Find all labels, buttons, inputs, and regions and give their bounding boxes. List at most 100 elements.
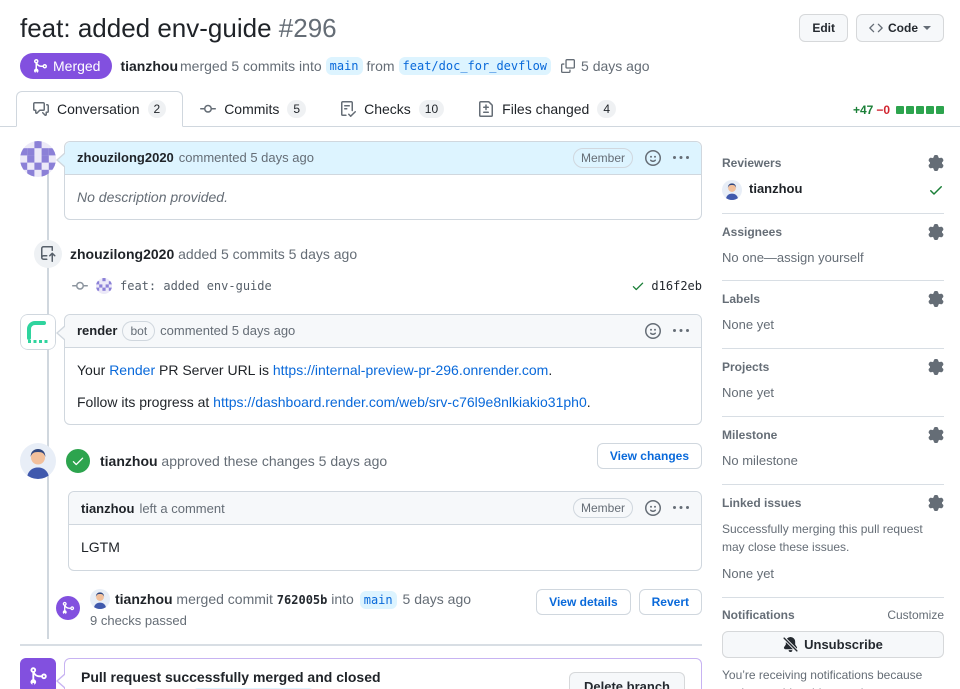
avatar-render-bot[interactable] — [20, 313, 56, 350]
approved-check-icon — [928, 182, 944, 198]
kebab-menu-icon[interactable] — [673, 150, 689, 166]
approver-link[interactable]: tianzhou — [100, 453, 158, 469]
main-content: zhouzilong2020 commented 5 days ago Memb… — [0, 140, 960, 689]
comment-body: Your Render PR Server URL is https://int… — [65, 348, 701, 425]
sidebar: Reviewers tianzhou Assignees No one—assi… — [722, 141, 944, 689]
commit-message-link[interactable]: feat: added env-guide — [120, 279, 272, 293]
tab-count: 10 — [418, 99, 445, 118]
merged-notice-row: Pull request successfully merged and clo… — [20, 657, 702, 689]
status-badge-merged: Merged — [20, 52, 113, 79]
section-title: Reviewers — [722, 155, 782, 170]
comment-box: render bot commented 5 days ago Your Ren… — [56, 313, 702, 426]
reaction-smiley-icon[interactable] — [645, 500, 661, 517]
check-icon[interactable] — [631, 279, 645, 293]
bot-line1: Your Render PR Server URL is https://int… — [77, 360, 689, 380]
comment-author[interactable]: render — [77, 323, 117, 338]
text: into — [327, 590, 358, 607]
preview-url-link[interactable]: https://internal-preview-pr-296.onrender… — [273, 362, 548, 378]
copy-icon[interactable] — [561, 58, 576, 73]
edit-button[interactable]: Edit — [799, 14, 848, 42]
comment-meta: left a comment — [139, 500, 225, 516]
gear-icon[interactable] — [928, 291, 944, 308]
gear-icon[interactable] — [928, 494, 944, 511]
kebab-menu-icon[interactable] — [673, 500, 689, 516]
author-link[interactable]: tianzhou — [120, 58, 178, 74]
commits-event-meta: added 5 commits 5 days ago — [174, 245, 358, 262]
merged-sha-link[interactable]: 762005b — [277, 593, 328, 607]
timeline-bot-comment: render bot commented 5 days ago Your Ren… — [20, 313, 702, 426]
git-merge-icon — [56, 596, 80, 621]
sidebar-section-labels: Labels None yet — [722, 281, 944, 350]
tab-label: Conversation — [57, 100, 140, 117]
commit-avatar[interactable] — [96, 277, 112, 294]
notifications-description: You’re receiving notifications because y… — [722, 667, 923, 689]
comment-author[interactable]: zhouzilong2020 — [77, 150, 174, 165]
pull-request-page: Edit Code feat: added env-guide #296 Mer… — [0, 0, 960, 689]
merge-event-text: tianzhou merged commit 762005b into main… — [115, 590, 471, 609]
comment-meta: commented 5 days ago — [178, 150, 314, 165]
view-details-button[interactable]: View details — [536, 588, 631, 615]
customize-link[interactable]: Customize — [887, 608, 944, 622]
comment-header: tianzhou left a comment Member — [69, 492, 701, 526]
comment-body: No description provided. — [65, 175, 701, 219]
target-branch-chip[interactable]: main — [359, 590, 397, 609]
diffstat-blocks — [896, 105, 944, 114]
merged-notice-box: Pull request successfully merged and clo… — [56, 657, 702, 689]
merge-summary-action: merged 5 commits into — [180, 57, 322, 74]
git-merge-icon — [20, 657, 56, 689]
tab-checks[interactable]: Checks 10 — [323, 91, 461, 127]
dashboard-url-link[interactable]: https://dashboard.render.com/web/srv-c76… — [213, 394, 587, 410]
header-actions: Edit Code — [799, 14, 944, 42]
comment-header: render bot commented 5 days ago — [65, 314, 701, 348]
gear-icon[interactable] — [928, 427, 944, 444]
head-branch-chip[interactable]: feat/doc_for_devflow — [398, 56, 552, 75]
unsubscribe-button[interactable]: Unsubscribe — [722, 630, 944, 658]
commit-author-link[interactable]: zhouzilong2020 — [70, 246, 174, 262]
avatar-tianzhou-small[interactable] — [90, 588, 110, 609]
tab-files-changed[interactable]: Files changed 4 — [461, 91, 633, 127]
gear-icon[interactable] — [928, 223, 944, 240]
delete-branch-button[interactable]: Delete branch — [569, 671, 685, 689]
code-button[interactable]: Code — [856, 14, 944, 42]
comment-author[interactable]: tianzhou — [81, 501, 134, 516]
section-title: Linked issues — [722, 495, 802, 510]
tab-conversation[interactable]: Conversation 2 — [16, 90, 184, 127]
gear-icon[interactable] — [928, 359, 944, 376]
kebab-menu-icon[interactable] — [673, 323, 689, 339]
section-title: Projects — [722, 360, 770, 375]
merge-summary-time: 5 days ago — [581, 57, 650, 74]
tab-commits[interactable]: Commits 5 — [183, 91, 323, 127]
review-comment-text: LGTM — [81, 539, 120, 556]
review-comment-box: tianzhou left a comment Member LGTM — [68, 491, 702, 571]
comment-meta: commented 5 days ago — [160, 323, 296, 339]
linked-issues-empty-text: None yet — [722, 565, 775, 581]
reaction-smiley-icon[interactable] — [645, 322, 661, 339]
merge-summary-from: from — [366, 57, 395, 74]
reaction-smiley-icon[interactable] — [645, 149, 661, 166]
git-commit-icon — [200, 101, 217, 117]
base-branch-chip[interactable]: main — [325, 56, 363, 75]
comment-text: No description provided. — [77, 188, 228, 205]
pr-tab-nav: Conversation 2 Commits 5 Checks 10 Files… — [0, 90, 960, 127]
reviewer-avatar[interactable] — [722, 179, 742, 200]
assignees-empty-text[interactable]: No one—assign yourself — [722, 249, 944, 268]
diffstat[interactable]: +47 −0 — [853, 103, 944, 117]
avatar-tianzhou[interactable] — [20, 443, 56, 480]
render-link[interactable]: Render — [109, 362, 155, 378]
view-changes-button[interactable]: View changes — [596, 443, 702, 470]
commit-sha-link[interactable]: d16f2eb — [651, 279, 702, 293]
gear-icon[interactable] — [928, 154, 944, 171]
timeline-merge-event: tianzhou merged commit 762005b into main… — [20, 588, 702, 628]
revert-button[interactable]: Revert — [638, 588, 702, 615]
timeline-divider — [20, 643, 702, 646]
tab-label: Checks — [364, 100, 411, 117]
git-merge-icon — [32, 58, 48, 74]
section-title: Labels — [722, 292, 761, 307]
approval-check-icon — [64, 447, 92, 476]
commit-row: feat: added env-guide d16f2eb — [72, 277, 702, 294]
avatar-zhouzilong2020[interactable] — [20, 140, 56, 177]
member-badge: Member — [572, 498, 633, 519]
merger-link[interactable]: tianzhou — [115, 591, 173, 607]
reviewer-name[interactable]: tianzhou — [749, 180, 802, 199]
checks-passed-link[interactable]: 9 checks passed — [90, 613, 471, 628]
